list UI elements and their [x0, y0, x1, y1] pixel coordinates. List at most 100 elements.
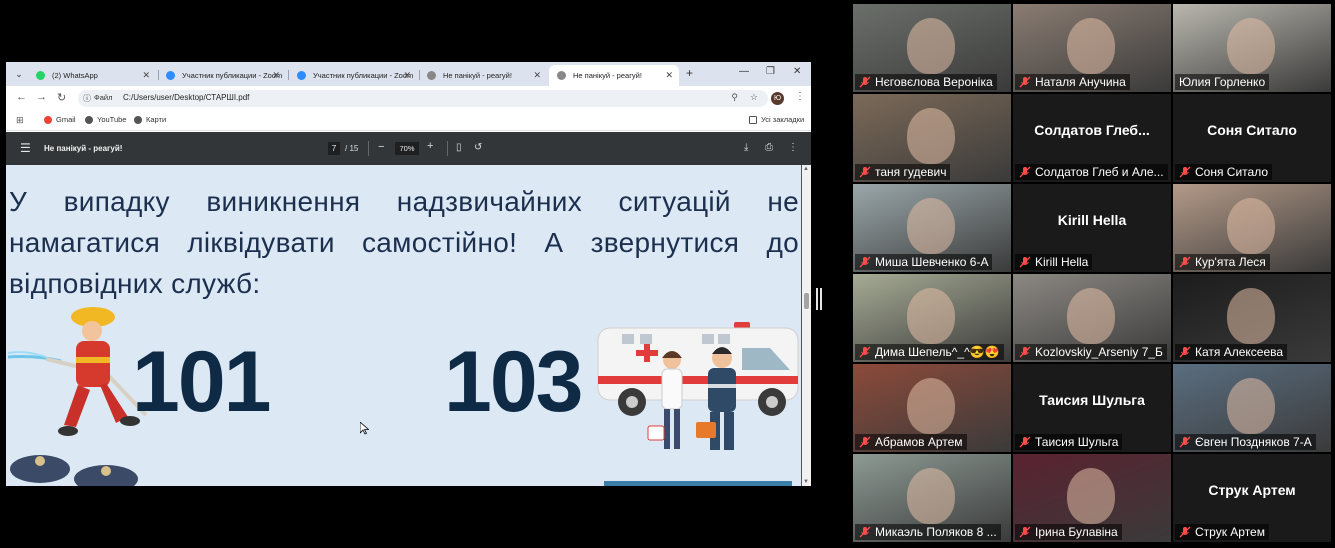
whatsapp-icon [36, 71, 45, 80]
participant-silhouette [1227, 18, 1275, 74]
participant-name: Миша Шевченко 6-А [875, 255, 989, 269]
new-tab-icon[interactable]: + [686, 66, 693, 80]
participant-tile[interactable]: Соня Ситало Соня Ситало [1173, 94, 1331, 182]
info-icon[interactable]: ⓘ [83, 93, 91, 104]
close-tab-icon[interactable]: ✕ [142, 65, 150, 86]
participant-tile[interactable]: Абрамов Артем [853, 364, 1011, 452]
participant-nameplate: Наталя Анучина [1015, 74, 1130, 90]
globe-icon [427, 71, 436, 80]
restore-icon[interactable]: ❐ [766, 66, 775, 77]
page-total: / 15 [345, 144, 359, 153]
rotate-icon[interactable]: ↺ [474, 142, 482, 153]
bookmark-gmail[interactable]: Gmail [44, 115, 76, 124]
back-icon[interactable]: ← [16, 91, 27, 103]
participant-tile[interactable]: Микаэль Поляков 8 ... [853, 454, 1011, 542]
participant-name: Kirill Hella [1035, 255, 1089, 269]
participant-tile[interactable]: Кур'ята Леся [1173, 184, 1331, 272]
muted-mic-icon [1179, 166, 1191, 178]
close-window-icon[interactable]: ✕ [793, 66, 801, 77]
browser-menu-icon[interactable]: ⋮ [795, 91, 805, 102]
pdf-menu-icon[interactable]: ☰ [20, 141, 31, 155]
participant-tile[interactable]: Kirill Hella Kirill Hella [1013, 184, 1171, 272]
participant-nameplate: Соня Ситало [1175, 164, 1273, 180]
participant-nameplate: Kirill Hella [1015, 254, 1093, 270]
participant-tile[interactable]: Євген Поздняков 7-А [1173, 364, 1331, 452]
close-tab-icon[interactable]: ✕ [533, 65, 541, 86]
participant-silhouette [907, 18, 955, 74]
muted-mic-icon [859, 166, 871, 178]
participant-tile[interactable]: Нєговєлова Вероніка [853, 4, 1011, 92]
split-handle[interactable] [816, 288, 818, 310]
tab-pdf-1[interactable]: Не панікуй - реагуй! ✕ [419, 65, 547, 86]
close-tab-icon[interactable]: ✕ [272, 65, 280, 86]
participant-nameplate: Струк Артем [1175, 524, 1269, 540]
close-tab-icon[interactable]: ✕ [665, 65, 673, 86]
participant-silhouette [907, 468, 955, 524]
forward-icon[interactable]: → [36, 91, 47, 103]
participant-tile[interactable]: Юлия Горленко [1173, 4, 1331, 92]
minimize-icon[interactable]: — [739, 66, 749, 77]
participant-tile[interactable]: Солдатов Глеб... Солдатов Глеб и Але... [1013, 94, 1171, 182]
participant-display-name: Соня Ситало [1207, 122, 1297, 138]
pdf-viewport[interactable]: У випадку виникнення надзвичайних ситуац… [6, 165, 811, 486]
zoom-out-icon[interactable]: − [378, 141, 384, 153]
participant-tile[interactable]: Дима Шепель^_^😎😍 [853, 274, 1011, 362]
pdf-scrollbar[interactable]: ▲ ▼ [802, 165, 811, 486]
bookmark-label: Усі закладки [761, 115, 805, 124]
bookmark-star-icon[interactable]: ☆ [750, 92, 758, 103]
participant-tile[interactable]: Наталя Анучина [1013, 4, 1171, 92]
zoom-in-icon[interactable]: + [427, 140, 433, 152]
split-handle[interactable] [820, 288, 822, 310]
participant-tile[interactable]: Катя Алексеева [1173, 274, 1331, 362]
muted-mic-icon [859, 256, 871, 268]
zoom-level-input[interactable]: 70% [395, 142, 419, 155]
participant-tile[interactable]: Струк Артем Струк Артем [1173, 454, 1331, 542]
participant-display-name: Таисия Шульга [1039, 392, 1145, 408]
gmail-icon [44, 116, 52, 124]
close-tab-icon[interactable]: ✕ [403, 65, 411, 86]
participant-tile[interactable]: Таисия Шульга Таисия Шульга [1013, 364, 1171, 452]
page-number-input[interactable]: 7 [328, 142, 340, 155]
participant-nameplate: Катя Алексеева [1175, 344, 1288, 360]
globe-icon [134, 116, 142, 124]
tab-pdf-active[interactable]: Не панікуй - реагуй! ✕ [549, 65, 679, 86]
participant-name: Ірина Булавіна [1035, 525, 1118, 539]
muted-mic-icon [1179, 526, 1191, 538]
download-icon[interactable]: ⤓ [744, 142, 748, 153]
fire-service-number: 101 [132, 334, 271, 430]
tab-zoom-2[interactable]: Участник публикации - Zoom ✕ [289, 65, 417, 86]
participant-tile[interactable]: Kozlovskiy_Arseniy 7_Б [1013, 274, 1171, 362]
print-icon[interactable]: ⎙ [765, 142, 773, 153]
url-text[interactable]: C:/Users/user/Desktop/СТАРШІ.pdf [123, 93, 249, 102]
profile-avatar[interactable]: Ю [771, 92, 784, 105]
participant-tile[interactable]: Ірина Булавіна [1013, 454, 1171, 542]
participant-name: Солдатов Глеб и Але... [1035, 165, 1164, 179]
all-bookmarks[interactable]: Усі закладки [749, 115, 804, 124]
muted-mic-icon [859, 346, 871, 358]
participant-tile[interactable]: таня гудевич [853, 94, 1011, 182]
scrollbar-thumb[interactable] [804, 293, 809, 309]
fit-page-icon[interactable]: ▯ [456, 142, 462, 153]
bookmark-label: Карти [146, 115, 167, 124]
browser-toolbar: ← → ↻ ⓘ Файл C:/Users/user/Desktop/СТАРШ… [6, 86, 811, 111]
participant-nameplate: Абрамов Артем [855, 434, 967, 450]
participant-nameplate: таня гудевич [855, 164, 951, 180]
reload-icon[interactable]: ↻ [57, 91, 66, 104]
bookmark-maps[interactable]: Карти [134, 115, 166, 124]
apps-grid-icon[interactable]: ⊞ [16, 115, 24, 126]
tab-zoom-1[interactable]: Участник публикации - Zoom ✕ [158, 65, 286, 86]
more-options-icon[interactable]: ⋮ [788, 142, 798, 153]
tab-whatsapp[interactable]: (2) WhatsApp ✕ [28, 65, 156, 86]
scroll-down-icon[interactable]: ▼ [803, 479, 809, 485]
police-illustration [10, 455, 138, 486]
address-bar[interactable]: ⓘ Файл C:/Users/user/Desktop/СТАРШІ.pdf … [78, 90, 768, 107]
participant-silhouette [1227, 198, 1275, 254]
participant-silhouette [907, 108, 955, 164]
tab-search-chevron-icon[interactable]: ⌄ [12, 67, 26, 81]
participant-nameplate: Таисия Шульга [1015, 434, 1123, 450]
muted-mic-icon [1019, 346, 1031, 358]
bookmark-youtube[interactable]: YouTube [85, 115, 126, 124]
zoom-lens-icon[interactable]: ⚲ [731, 92, 738, 103]
participant-tile[interactable]: Миша Шевченко 6-А [853, 184, 1011, 272]
scroll-up-icon[interactable]: ▲ [803, 166, 809, 172]
